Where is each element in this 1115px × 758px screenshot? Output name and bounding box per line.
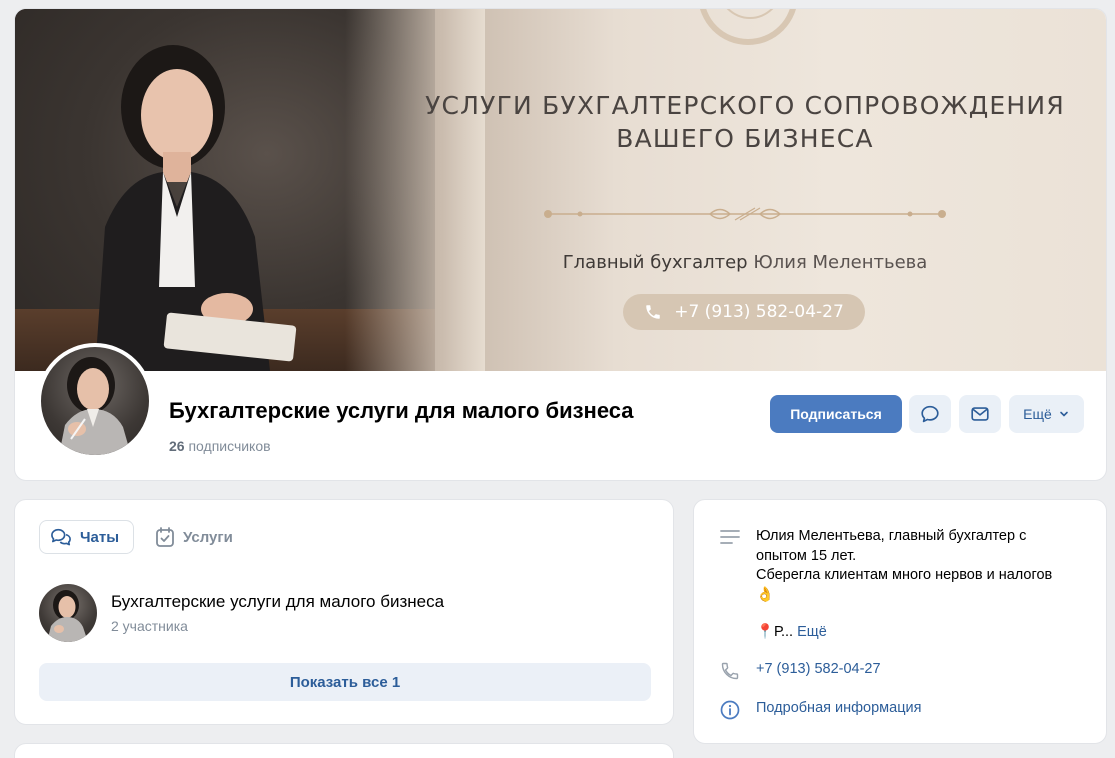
info-circle-icon — [720, 700, 740, 720]
description-line: Сберегла клиентам много нервов и налогов — [756, 567, 1053, 583]
description-more-link[interactable]: Ещё — [797, 624, 827, 640]
send-message-button[interactable] — [959, 395, 1001, 433]
description-line: 👌 — [756, 586, 775, 603]
cover-phone-badge: +7 (913) 582-04-27 — [623, 294, 865, 330]
group-header-card: УСЛУГИ БУХГАЛТЕРСКОГО СОПРОВОЖДЕНИЯ ВАШЕ… — [14, 8, 1107, 481]
phone-icon — [646, 305, 660, 319]
subscribers-number: 26 — [169, 438, 185, 454]
group-description: Юлия Мелентьева, главный бухгалтер с опы… — [756, 527, 1091, 605]
description-line: опытом 15 лет. — [756, 547, 857, 564]
cover-title: УСЛУГИ БУХГАЛТЕРСКОГО СОПРОВОЖДЕНИЯ ВАШЕ… — [415, 89, 1075, 155]
more-actions-button[interactable]: Ещё — [1009, 395, 1084, 433]
description-truncated-text: 📍Р... — [756, 624, 794, 640]
chat-name-link[interactable]: Бухгалтерские услуги для малого бизнеса — [111, 592, 444, 612]
show-all-chats-button[interactable]: Показать все 1 — [39, 663, 651, 701]
chat-avatar[interactable] — [39, 584, 97, 642]
cover-person-illustration — [95, 45, 297, 371]
details-link[interactable]: Подробная информация — [756, 700, 921, 716]
cover-subtitle: Главный бухгалтер Юлия Мелентьева — [415, 252, 1075, 273]
envelope-icon — [971, 407, 989, 421]
cover-image: УСЛУГИ БУХГАЛТЕРСКОГО СОПРОВОЖДЕНИЯ ВАШЕ… — [15, 9, 1106, 371]
tab-chats-label: Чаты — [80, 528, 120, 546]
cover-logo-ornament — [698, 9, 798, 45]
chats-block: Чаты Услуги Бухгалтерские услуги для мал… — [14, 499, 674, 725]
phone-icon-wrapper — [718, 659, 742, 683]
text-lines-icon — [720, 530, 740, 544]
cover-subtitle-name: Юлия Мелентьева — [753, 252, 928, 273]
open-chat-button[interactable] — [909, 395, 951, 433]
chats-icon — [51, 528, 71, 546]
cover-phone-text: +7 (913) 582-04-27 — [674, 302, 844, 322]
group-avatar[interactable] — [37, 343, 153, 459]
subscribers-label: подписчиков — [188, 438, 271, 454]
tab-chats[interactable]: Чаты — [39, 520, 134, 554]
tab-services-label: Услуги — [183, 528, 233, 546]
phone-link[interactable]: +7 (913) 582-04-27 — [756, 661, 881, 677]
cover-divider-ornament — [544, 207, 946, 221]
description-icon — [718, 525, 742, 549]
subscribers-count[interactable]: 26 подписчиков — [169, 438, 271, 454]
cover-title-line2: ВАШЕГО БИЗНЕСА — [616, 124, 874, 153]
info-block: Юлия Мелентьева, главный бухгалтер с опы… — [693, 499, 1107, 744]
chat-avatar-illustration — [47, 590, 88, 642]
group-title: Бухгалтерские услуги для малого бизнеса — [169, 398, 634, 423]
subscribe-button[interactable]: Подписаться — [770, 395, 902, 433]
phone-icon — [721, 662, 739, 680]
cover-title-line1: УСЛУГИ БУХГАЛТЕРСКОГО СОПРОВОЖДЕНИЯ — [425, 91, 1065, 120]
services-icon — [156, 527, 174, 547]
cover-gradient — [345, 9, 485, 371]
chevron-down-icon — [1060, 411, 1068, 417]
info-icon-wrapper — [718, 698, 742, 722]
cover-subtitle-role: Главный бухгалтер — [562, 252, 748, 273]
description-truncated: 📍Р... Ещё — [756, 623, 827, 640]
chat-members-count: 2 участника — [111, 618, 188, 634]
avatar-person-illustration — [59, 357, 131, 455]
description-line: Юлия Мелентьева, главный бухгалтер с — [756, 528, 1027, 544]
more-actions-label: Ещё — [1023, 406, 1052, 422]
chat-bubble-icon — [921, 405, 939, 423]
tab-services[interactable]: Услуги — [145, 520, 243, 554]
next-block — [14, 743, 674, 758]
